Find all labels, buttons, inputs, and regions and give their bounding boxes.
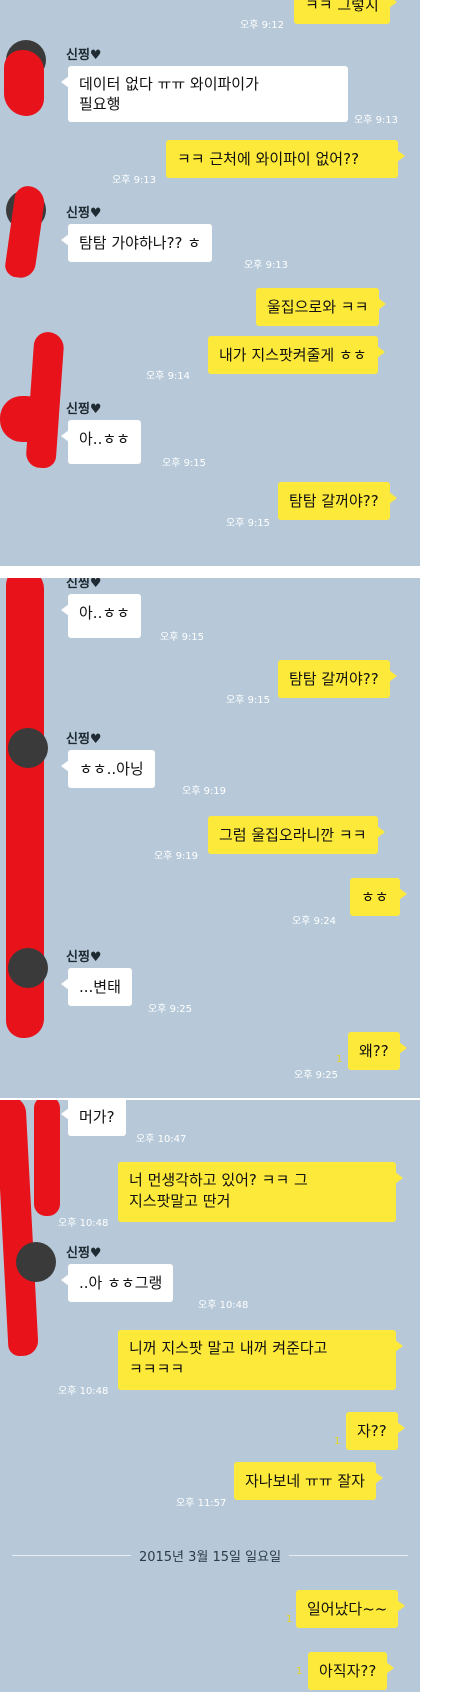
message-time: 오후 10:48 [198,1300,249,1311]
message-bubble-other[interactable]: ..아 ㅎㅎ그랭 [60,1264,174,1302]
unread-count: 1 [296,1666,303,1677]
message-bubble-mine[interactable]: 탐탐 갈꺼야?? [278,482,397,520]
unread-count: 1 [286,1614,293,1625]
message-bubble-other[interactable]: ...변태 [61,968,132,1006]
message-time: 오후 9:15 [226,695,271,706]
redaction-scribble [0,1100,39,1357]
contact-avatar[interactable] [8,728,48,768]
message-text: 너 먼생각하고 있어? ㅋㅋ 그 [129,1171,308,1189]
message-bubble-mine[interactable]: 자?? [346,1412,405,1450]
message-bubble-other[interactable]: ㅎㅎ..아닝 [61,750,155,788]
message-bubble-other[interactable]: 탐탐 가야하나?? ㅎ [60,224,213,262]
message-time: 오후 11:57 [176,1498,227,1509]
chat-panel-1: ㅋㅋ 그렇지 오후 9:12 신찡♥ 데이터 없다 ㅠㅠ 와이파이가 필요행 오… [0,0,420,566]
message-text: 필요행 [79,95,121,113]
redaction-scribble [34,1100,60,1216]
contact-name: 신찡♥ [66,732,102,747]
redaction-scribble [0,396,48,442]
unread-count: 1 [334,1436,341,1447]
contact-avatar[interactable] [8,948,48,988]
message-bubble-mine[interactable]: 니꺼 지스팟 말고 내꺼 켜준다고 ㅋㅋㅋㅋ [118,1330,403,1390]
message-time: 오후 9:25 [294,1070,339,1081]
chat-panel-3: 머가? 오후 10:47 오후 10:48 너 먼생각하고 있어? ㅋㅋ 그 지… [0,1100,420,1692]
message-time: 오후 9:24 [292,916,337,927]
message-time: 오후 9:13 [112,175,157,186]
message-text: 지스팟말고 딴거 [129,1192,231,1210]
message-time: 오후 9:13 [354,115,399,126]
message-time: 오후 9:19 [182,786,227,797]
message-bubble-mine[interactable]: 내가 지스팟켜줄게 ㅎㅎ [208,336,385,374]
message-bubble-other[interactable]: 데이터 없다 ㅠㅠ 와이파이가 필요행 [61,66,348,122]
message-time: 오후 9:14 [146,371,191,382]
contact-name: 신찡♥ [66,1246,102,1261]
redaction-scribble [4,50,44,116]
message-bubble-mine[interactable]: 일어났다~~ [296,1590,406,1628]
message-bubble-mine[interactable]: 그럼 울집오라니깐 ㅋㅋ [208,816,385,854]
message-bubble-other[interactable]: 아..ㅎㅎ [61,594,141,638]
contact-name: 신찡♥ [66,206,102,221]
message-time: 오후 10:47 [136,1134,187,1145]
date-divider: 2015년 3월 15일 일요일 [130,1546,290,1565]
message-bubble-other[interactable]: 아..ㅎㅎ [61,420,141,464]
contact-name: 신찡♥ [66,950,102,965]
message-bubble-mine[interactable]: ㅎㅎ [350,878,407,916]
message-bubble-mine[interactable]: 너 먼생각하고 있어? ㅋㅋ 그 지스팟말고 딴거 [118,1162,403,1222]
message-text: ㅋㅋㅋㅋ [129,1360,185,1378]
message-time: 오후 9:25 [148,1004,193,1015]
message-time: 오후 9:15 [160,632,205,643]
message-text: 니꺼 지스팟 말고 내꺼 켜준다고 [129,1339,328,1357]
message-time: 오후 9:12 [240,20,285,31]
chat-panel-2: 신찡♥ 아..ㅎㅎ 오후 9:15 오후 9:15 탐탐 갈꺼야?? 신찡♥ ㅎ… [0,578,420,1098]
message-bubble-mine[interactable]: 아직자?? [308,1652,395,1690]
message-bubble-mine[interactable]: 울집으로와 ㅋㅋ [256,288,387,326]
message-text: 데이터 없다 ㅠㅠ 와이파이가 [79,75,259,93]
message-time: 오후 9:19 [154,851,199,862]
message-bubble-mine[interactable]: 자나보네 ㅠㅠ 잘자 [234,1462,383,1500]
message-time: 오후 9:15 [226,518,271,529]
message-bubble-other[interactable]: 머가? [61,1100,126,1136]
message-bubble-mine[interactable]: ㅋㅋ 그렇지 [294,0,397,24]
message-time: 오후 10:48 [58,1218,109,1229]
message-bubble-mine[interactable]: ㅋㅋ 근처에 와이파이 없어?? [166,140,405,178]
unread-count: 1 [336,1054,343,1065]
message-time: 오후 9:13 [244,260,289,271]
contact-name: 신찡♥ [66,48,102,63]
contact-name: 신찡♥ [66,578,102,591]
contact-avatar[interactable] [16,1242,56,1282]
message-bubble-mine[interactable]: 왜?? [348,1032,407,1070]
message-time: 오후 9:15 [162,458,207,469]
message-bubble-mine[interactable]: 탐탐 갈꺼야?? [278,660,397,698]
message-time: 오후 10:48 [58,1386,109,1397]
contact-name: 신찡♥ [66,402,102,417]
